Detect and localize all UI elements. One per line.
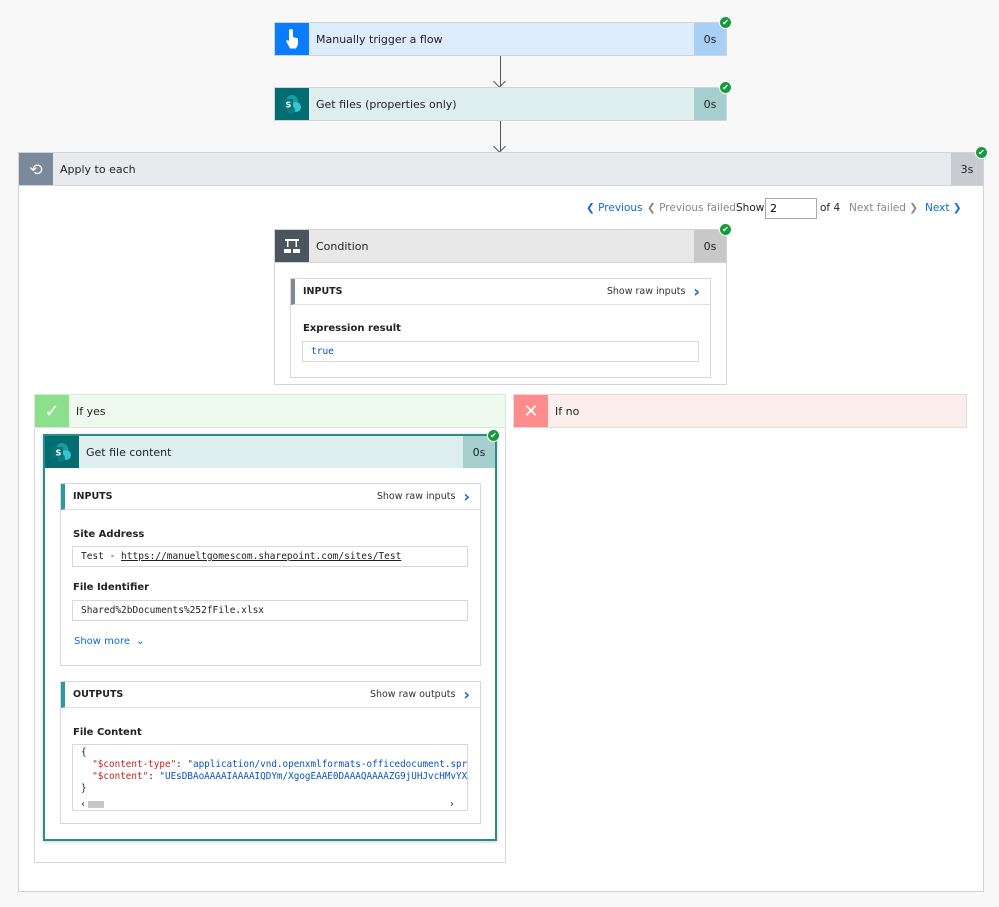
card-title: Condition (316, 239, 369, 253)
show-label: Show (736, 202, 765, 214)
chevron-right-icon: ❯ (949, 202, 962, 214)
get-file-content-card[interactable]: S Get file content 0s (43, 434, 497, 468)
check-icon: ✓ (35, 395, 69, 427)
scroll-right-icon[interactable]: › (450, 799, 454, 810)
svg-text:S: S (286, 101, 292, 110)
file-content-label: File Content (73, 727, 142, 738)
expression-result-label: Expression result (303, 323, 401, 334)
chevron-left-icon: ❮ (586, 202, 599, 214)
show-raw-inputs-button[interactable]: Show raw inputs › (607, 282, 700, 301)
iteration-input[interactable] (765, 198, 817, 219)
loop-icon: ⟲ (19, 153, 53, 185)
chevron-right-icon: › (463, 487, 470, 506)
chevron-right-icon: › (463, 685, 470, 704)
of-count: of 4 (820, 202, 841, 214)
show-more-button[interactable]: Show more ⌄ (74, 636, 144, 647)
previous-button[interactable]: ❮ Previous (586, 202, 643, 214)
site-address-label: Site Address (73, 529, 145, 540)
get-files-card[interactable]: S Get files (properties only) 0s (274, 87, 727, 121)
chevron-right-icon: › (693, 282, 700, 301)
success-check-icon: ✔ (975, 146, 988, 159)
close-icon: ✕ (514, 395, 548, 427)
show-raw-outputs-button[interactable]: Show raw outputs › (370, 685, 470, 704)
sharepoint-icon: S (275, 88, 309, 120)
site-address-value: Test - https://manueltgomescom.sharepoin… (72, 546, 468, 567)
card-title: Get files (properties only) (316, 97, 457, 111)
success-check-icon: ✔ (719, 223, 732, 236)
condition-icon (275, 230, 309, 262)
chevron-left-icon: ❮ (647, 202, 660, 214)
inputs-heading: INPUTS (73, 491, 113, 502)
file-identifier-label: File Identifier (73, 582, 150, 593)
scroll-left-icon[interactable]: ‹ (81, 799, 85, 810)
hand-touch-icon (275, 23, 309, 55)
svg-text:S: S (56, 449, 62, 458)
apply-to-each-card[interactable]: ⟲ Apply to each 3s (18, 152, 984, 186)
branch-label: If no (555, 404, 580, 418)
success-check-icon: ✔ (719, 81, 732, 94)
show-raw-inputs-button[interactable]: Show raw inputs › (377, 487, 470, 506)
next-failed-button[interactable]: Next failed ❯ (849, 202, 918, 214)
if-yes-header: ✓ If yes (34, 394, 506, 428)
file-identifier-value: Shared%2bDocuments%252fFile.xlsx (72, 600, 468, 621)
card-title: Get file content (86, 445, 172, 459)
next-button[interactable]: Next ❯ (925, 202, 962, 214)
connector-arrow (500, 56, 501, 86)
inputs-heading: INPUTS (303, 286, 343, 297)
sharepoint-icon: S (45, 436, 79, 468)
success-check-icon: ✔ (487, 429, 500, 442)
horizontal-scrollbar[interactable] (88, 801, 104, 808)
branch-label: If yes (76, 404, 106, 418)
success-check-icon: ✔ (719, 16, 732, 29)
connector-arrow (500, 121, 501, 151)
previous-failed-button[interactable]: ❮ Previous failed (647, 202, 736, 214)
chevron-down-icon: ⌄ (136, 636, 145, 647)
site-address-link[interactable]: https://manueltgomescom.sharepoint.com/s… (121, 551, 401, 562)
condition-card[interactable]: Condition 0s (274, 229, 727, 263)
outputs-heading: OUTPUTS (73, 689, 124, 700)
file-content-code: { "$content-type": "application/vnd.open… (72, 744, 468, 811)
trigger-card[interactable]: Manually trigger a flow 0s (274, 22, 727, 56)
expression-result-value: true (302, 341, 699, 362)
if-no-header: ✕ If no (513, 394, 967, 428)
chevron-right-icon: ❯ (905, 202, 919, 214)
card-title: Apply to each (60, 162, 136, 176)
card-title: Manually trigger a flow (316, 32, 443, 46)
